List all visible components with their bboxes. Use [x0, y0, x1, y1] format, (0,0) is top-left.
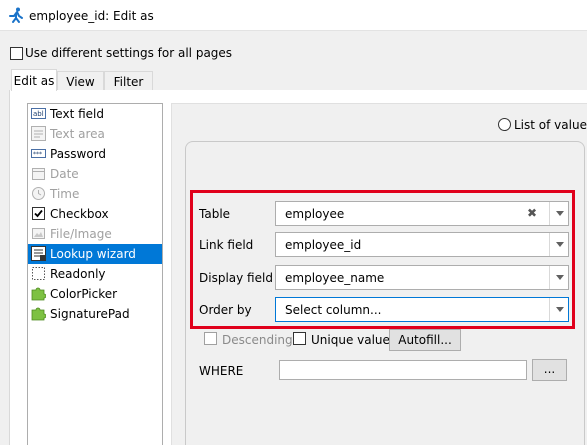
highlight-box — [190, 190, 575, 329]
list-item-label: Time — [50, 187, 80, 201]
different-settings-label: Use different settings for all pages — [25, 46, 233, 60]
window-title: employee_id: Edit as — [29, 9, 154, 23]
where-input[interactable] — [279, 360, 527, 380]
autofill-button[interactable]: Autofill... — [389, 329, 461, 351]
list-item-time[interactable]: Time — [28, 184, 162, 204]
list-item-text-field[interactable]: abl Text field — [28, 104, 162, 124]
list-item-date[interactable]: Date — [28, 164, 162, 184]
descending-label: Descending — [222, 333, 293, 347]
list-item-text-area[interactable]: Text area — [28, 124, 162, 144]
list-item-file-image[interactable]: File/Image — [28, 224, 162, 244]
file-image-icon — [32, 228, 45, 239]
text-field-icon: abl — [31, 108, 46, 119]
tab-view-as[interactable]: View as — [57, 71, 104, 103]
svg-text:abl: abl — [33, 110, 44, 118]
edit-type-list[interactable]: abl Text field Text area *** Password Da… — [27, 103, 163, 445]
tab-filter-as[interactable]: Filter as — [104, 71, 153, 103]
text-area-icon — [31, 126, 46, 141]
list-item-label: Text area — [50, 127, 105, 141]
runner-icon — [9, 7, 23, 23]
list-item-label: File/Image — [50, 227, 112, 241]
list-item-signaturepad[interactable]: SignaturePad — [28, 304, 162, 324]
list-item-password[interactable]: *** Password — [28, 144, 162, 164]
where-label: WHERE — [199, 364, 244, 378]
list-item-label: Lookup wizard — [50, 247, 136, 261]
date-icon — [32, 168, 45, 180]
svg-text:***: *** — [33, 151, 42, 158]
different-settings-checkbox[interactable] — [10, 47, 23, 60]
puzzle-icon — [31, 307, 46, 321]
tab-edit-as[interactable]: Edit as — [11, 69, 57, 91]
list-item-label: SignaturePad — [50, 307, 130, 321]
list-of-values-label: List of values — [514, 118, 587, 132]
readonly-icon — [32, 267, 45, 280]
list-item-label: ColorPicker — [50, 287, 118, 301]
list-item-label: Date — [50, 167, 79, 181]
checkbox-icon — [32, 207, 45, 220]
lookup-wizard-icon — [31, 246, 46, 261]
list-item-label: Readonly — [50, 267, 106, 281]
unique-values-label: Unique values — [311, 333, 397, 347]
list-item-label: Checkbox — [50, 207, 109, 221]
list-item-readonly[interactable]: Readonly — [28, 264, 162, 284]
where-browse-button[interactable]: ... — [532, 359, 567, 381]
list-item-label: Password — [50, 147, 107, 161]
descending-checkbox[interactable] — [204, 332, 217, 345]
list-item-checkbox[interactable]: Checkbox — [28, 204, 162, 224]
list-of-values-radio[interactable] — [498, 118, 511, 131]
list-item-lookup-wizard[interactable]: Lookup wizard — [28, 244, 162, 264]
title-bar: employee_id: Edit as — [0, 0, 587, 31]
time-icon — [32, 187, 45, 200]
list-item-label: Text field — [50, 107, 104, 121]
puzzle-icon — [31, 287, 46, 301]
unique-values-checkbox[interactable] — [293, 332, 306, 345]
password-icon: *** — [31, 149, 46, 158]
list-item-colorpicker[interactable]: ColorPicker — [28, 284, 162, 304]
